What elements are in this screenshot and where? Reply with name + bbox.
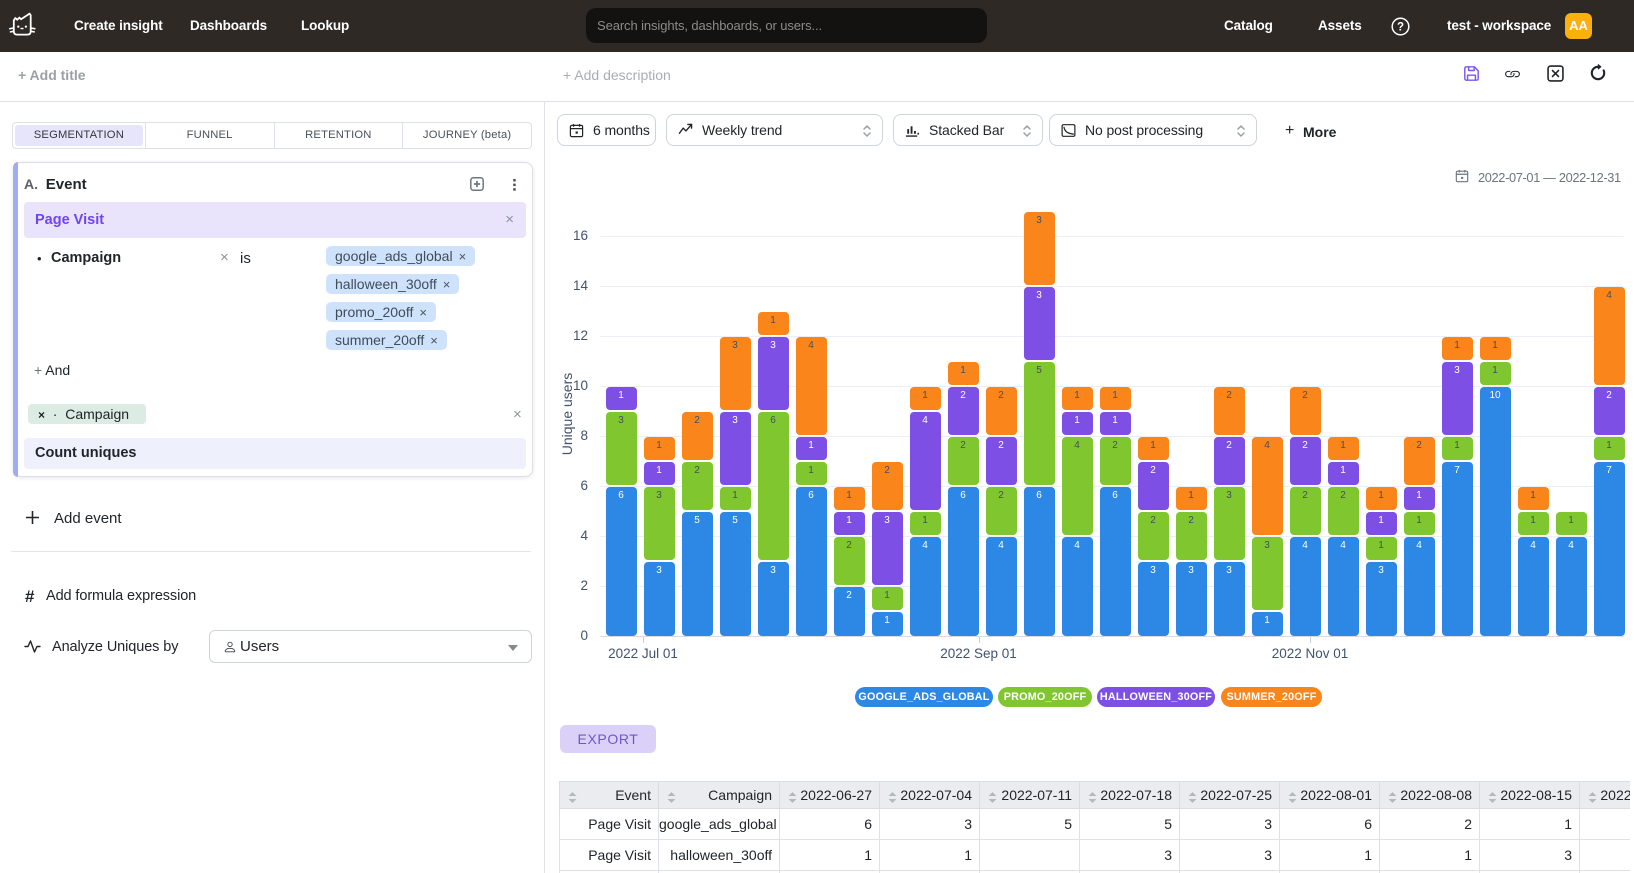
svg-text:?: ?: [1397, 22, 1404, 34]
